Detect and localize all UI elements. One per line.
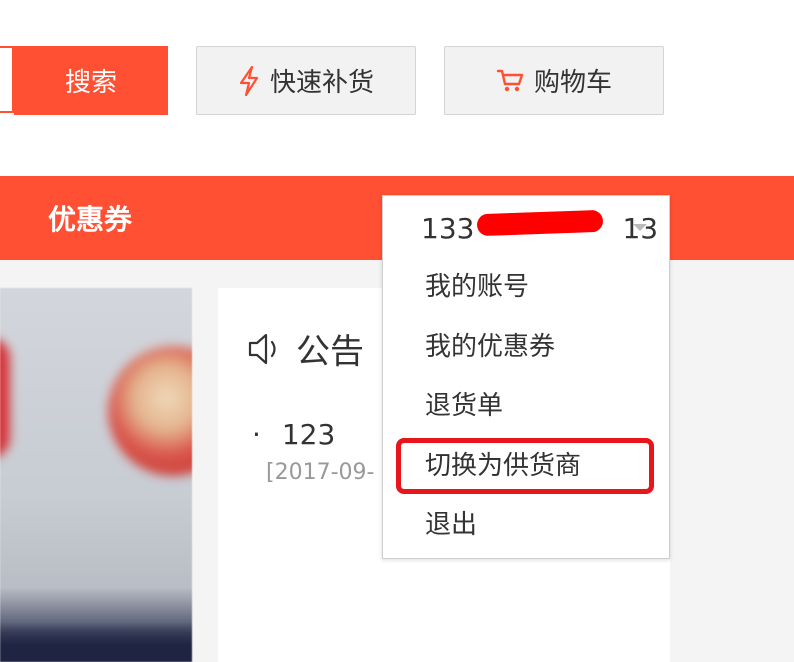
search-input[interactable] bbox=[0, 46, 14, 113]
redaction-mark bbox=[476, 209, 604, 237]
notice-header: 公告 bbox=[246, 324, 364, 373]
speaker-icon bbox=[246, 329, 286, 369]
lightning-icon bbox=[238, 65, 260, 96]
search-button[interactable]: 搜索 bbox=[14, 46, 168, 115]
nav-coupon-link[interactable]: 优惠券 bbox=[48, 198, 132, 238]
notice-bullet: · bbox=[252, 418, 261, 451]
menu-item-logout[interactable]: 退出 bbox=[425, 508, 477, 542]
account-dropdown: 133 13 我的账号 我的优惠券 退货单 切换为供货商 退出 bbox=[382, 195, 670, 559]
menu-item-return-orders[interactable]: 退货单 bbox=[425, 389, 503, 423]
quick-restock-label: 快速补货 bbox=[269, 68, 374, 98]
notice-item[interactable]: · 123 bbox=[252, 418, 335, 451]
banner-image[interactable] bbox=[0, 288, 192, 662]
menu-item-my-account[interactable]: 我的账号 bbox=[425, 270, 529, 304]
account-number-prefix: 133 bbox=[421, 211, 475, 245]
banner-shape-bottom bbox=[0, 622, 192, 662]
banner-shape-ball bbox=[108, 346, 192, 476]
cart-icon bbox=[496, 68, 524, 94]
menu-item-my-coupons[interactable]: 我的优惠券 bbox=[425, 330, 555, 364]
cart-label: 购物车 bbox=[533, 68, 612, 98]
notice-item-date: [2017-09- bbox=[266, 460, 375, 485]
banner-shape-left bbox=[0, 338, 10, 458]
caret-down-icon[interactable] bbox=[633, 224, 647, 231]
cart-button[interactable]: 购物车 bbox=[444, 46, 664, 115]
notice-item-text: 123 bbox=[281, 418, 336, 451]
quick-restock-button[interactable]: 快速补货 bbox=[196, 46, 416, 115]
notice-title: 公告 bbox=[296, 332, 364, 372]
search-button-label: 搜索 bbox=[64, 68, 117, 98]
highlight-annotation bbox=[396, 438, 654, 494]
